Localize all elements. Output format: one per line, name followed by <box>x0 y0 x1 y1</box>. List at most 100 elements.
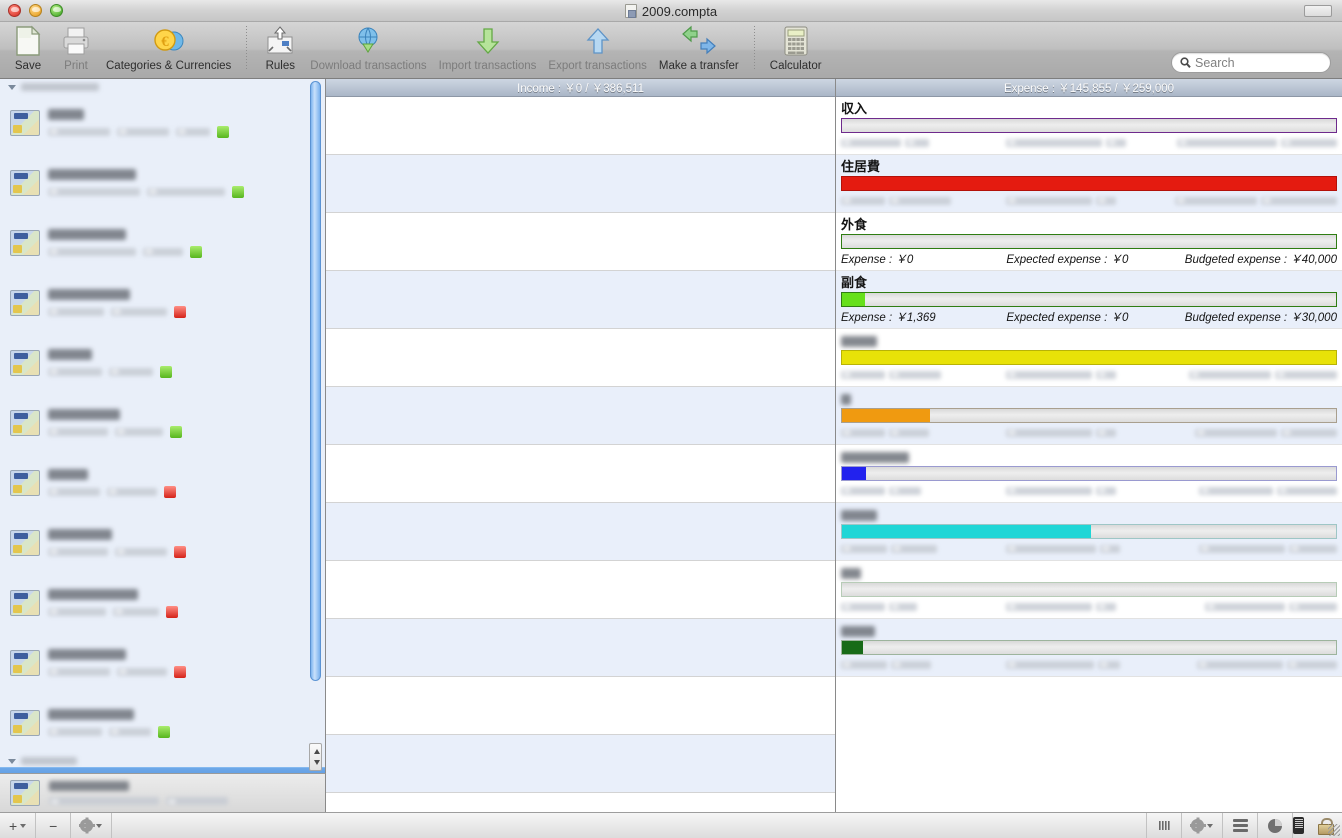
view-settings-button[interactable] <box>1182 812 1223 838</box>
table-row[interactable] <box>326 213 835 271</box>
sidebar-footer-item[interactable] <box>0 773 326 812</box>
sidebar-scroll-arrows[interactable] <box>309 743 322 771</box>
table-row[interactable] <box>326 97 835 155</box>
meta-label-redacted <box>841 196 885 205</box>
sidebar-item-account[interactable] <box>0 213 325 273</box>
scroll-up-icon[interactable] <box>313 749 320 754</box>
toolbar-button-import-transactions[interactable]: Import transactions <box>433 22 543 79</box>
budget-row[interactable]: 副食 Expense : ￥1,369 Expected expense : ￥0 B… <box>836 271 1342 329</box>
disclosure-triangle-icon[interactable] <box>8 84 16 90</box>
budget-row[interactable] <box>836 329 1342 387</box>
toolbar-button-save[interactable]: Save <box>4 22 52 79</box>
search-icon <box>1180 57 1191 68</box>
budget-row-meta: Expense : ￥0 Expected expense : ￥0 Budgete… <box>841 249 1337 268</box>
budget-budgeted-expense <box>1172 660 1337 669</box>
budget-row[interactable]: 外食 Expense : ￥0 Expected expense : ￥0 Budge… <box>836 213 1342 271</box>
calculator-icon <box>782 25 810 57</box>
add-account-button[interactable]: + <box>0 812 37 838</box>
toolbar-button-print[interactable]: Print <box>52 22 100 79</box>
meta-value: ￥0 <box>1110 311 1129 324</box>
budget-row[interactable]: 住居費 <box>836 155 1342 213</box>
sidebar-item-account[interactable] <box>0 153 325 213</box>
table-row[interactable] <box>326 271 835 329</box>
budget-row[interactable] <box>836 445 1342 503</box>
account-name-redacted <box>48 588 138 600</box>
sidebar-item-account[interactable] <box>0 693 325 753</box>
budget-budgeted-expense <box>1172 196 1337 205</box>
table-row[interactable] <box>326 677 835 735</box>
expense-column-header[interactable]: Expense : ￥145,855 / ￥259,000 <box>836 79 1342 97</box>
status-chip <box>174 305 186 318</box>
sidebar-item-account[interactable] <box>0 453 325 513</box>
budget-row[interactable] <box>836 503 1342 561</box>
status-chip <box>190 245 202 258</box>
search-field[interactable]: Search <box>1171 52 1331 73</box>
account-icon <box>10 470 40 496</box>
phone-icon[interactable] <box>1293 817 1304 834</box>
sidebar-scrollbar[interactable] <box>308 81 323 771</box>
toolbar-label-categories-currencies: Categories & Currencies <box>106 60 232 72</box>
account-name-redacted <box>48 528 112 540</box>
sidebar-item-account[interactable] <box>0 633 325 693</box>
toolbar-button-categories-currencies[interactable]: € Categories & Currencies <box>100 22 237 79</box>
budget-progress-bar <box>841 292 1337 307</box>
budget-row[interactable] <box>836 619 1342 677</box>
status-chip <box>160 365 172 378</box>
toolbar-button-rules[interactable]: Rules <box>256 22 304 79</box>
table-row[interactable] <box>326 329 835 387</box>
account-detail <box>48 725 315 738</box>
budget-panel[interactable]: Expense : ￥145,855 / ￥259,000 収入 住居費 外食 Exp… <box>836 79 1342 812</box>
account-icon <box>10 530 40 556</box>
meta-value-redacted <box>1276 486 1337 495</box>
toolbar-button-download-transactions[interactable]: Download transactions <box>304 22 432 79</box>
search-placeholder: Search <box>1195 55 1235 70</box>
disclosure-triangle-icon[interactable] <box>8 758 16 764</box>
sidebar-scrollbar-thumb[interactable] <box>310 81 321 681</box>
budget-row[interactable] <box>836 387 1342 445</box>
table-row[interactable] <box>326 619 835 677</box>
table-row[interactable] <box>326 155 835 213</box>
transfer-arrows-icon <box>681 25 717 57</box>
sidebar-item-account[interactable] <box>0 393 325 453</box>
sidebar-item-account[interactable] <box>0 513 325 573</box>
toolbar-button-export-transactions[interactable]: Export transactions <box>542 22 652 79</box>
budget-expected-expense <box>1006 138 1171 147</box>
account-actions-button[interactable] <box>71 812 113 838</box>
meta-value: ￥0 <box>895 253 914 266</box>
list-view-button[interactable] <box>1223 812 1258 838</box>
toolbar-button-calculator[interactable]: Calculator <box>764 22 828 79</box>
meta-value-redacted <box>1280 428 1337 437</box>
meta-value-redacted <box>1096 602 1117 611</box>
toolbar-button-make-a-transfer[interactable]: Make a transfer <box>653 22 745 79</box>
table-row[interactable] <box>326 735 835 793</box>
meta-label: Expected expense : <box>1006 253 1111 266</box>
account-icon <box>10 230 40 256</box>
sidebar-item-account[interactable] <box>0 573 325 633</box>
table-row[interactable] <box>326 561 835 619</box>
income-column-header[interactable]: Income : ￥0 / ￥386,511 <box>326 79 835 97</box>
sidebar-item-account[interactable] <box>0 333 325 393</box>
sidebar-group-label-redacted <box>21 83 99 91</box>
sidebar-item-account[interactable] <box>0 93 325 153</box>
column-options-button[interactable] <box>1147 812 1182 838</box>
accounts-sidebar[interactable] <box>0 79 326 773</box>
table-row[interactable] <box>326 503 835 561</box>
account-detail <box>48 665 315 678</box>
chevron-down-icon <box>20 823 27 828</box>
chart-view-button[interactable] <box>1258 812 1293 838</box>
toolbar-toggle-button[interactable] <box>1304 5 1332 17</box>
resize-handle[interactable] <box>1328 824 1340 836</box>
transactions-list[interactable]: Income : ￥0 / ￥386,511 <box>326 79 836 812</box>
table-row[interactable] <box>326 387 835 445</box>
sidebar-group-header-transfers <box>0 753 325 767</box>
budget-row[interactable]: 収入 <box>836 97 1342 155</box>
list-icon <box>1232 819 1248 832</box>
budget-row[interactable] <box>836 561 1342 619</box>
meta-value-redacted <box>1096 486 1117 495</box>
budget-row-meta <box>841 481 1337 500</box>
table-row[interactable] <box>326 445 835 503</box>
scroll-down-icon[interactable] <box>313 760 320 765</box>
sidebar-item-account[interactable] <box>0 273 325 333</box>
remove-account-button[interactable]: − <box>36 812 72 838</box>
main-toolbar: Save Print € Categories & Currencies Rul… <box>0 22 1342 79</box>
